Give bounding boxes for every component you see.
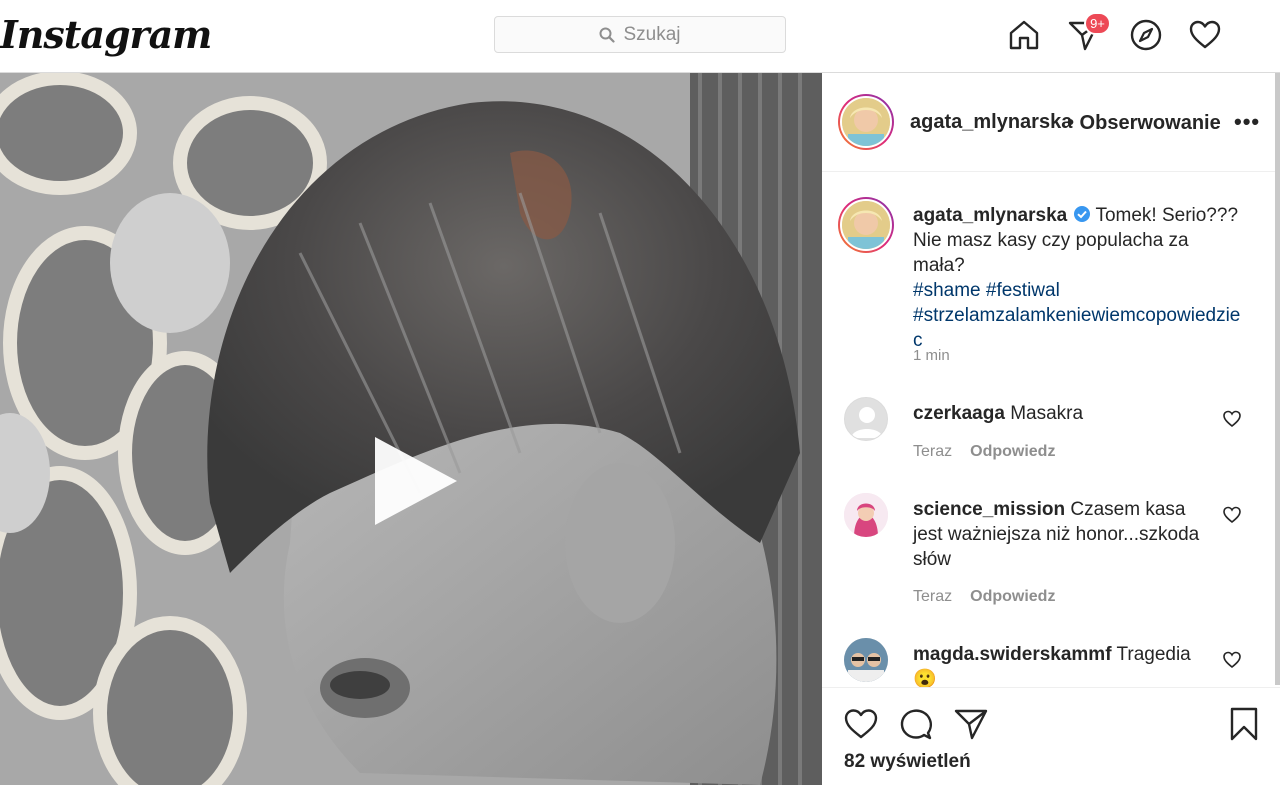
notification-badge: 9+ [1084, 12, 1111, 35]
comment-text: Tragedia [1116, 644, 1191, 665]
play-button[interactable] [375, 437, 457, 525]
caption-author-avatar[interactable] [838, 197, 894, 253]
comment-avatar[interactable] [844, 397, 888, 441]
comments-scrollbar[interactable] [1275, 73, 1280, 685]
comment-text: Masakra [1010, 403, 1084, 424]
instagram-logo[interactable]: Instagram [0, 12, 212, 57]
share-send-icon[interactable] [953, 706, 989, 742]
more-options-icon[interactable]: ••• [1234, 109, 1260, 135]
explore-compass-icon[interactable] [1129, 18, 1163, 52]
reply-button[interactable]: Odpowiedz [970, 443, 1055, 460]
post-timestamp[interactable]: 1 min [913, 347, 950, 364]
comment-like-heart-icon[interactable] [1222, 505, 1242, 525]
home-icon[interactable] [1007, 18, 1041, 52]
post-video[interactable] [0, 73, 822, 785]
author-username[interactable]: agata_mlynarska [910, 111, 1072, 134]
comment-avatar[interactable] [844, 493, 888, 537]
comment-item: magda.swiderskammf Tragedia 😮 [822, 634, 1280, 687]
comment-avatar-image [844, 638, 888, 682]
search-input[interactable]: Szukaj [494, 16, 786, 53]
author-avatar-image [842, 98, 890, 146]
like-heart-icon[interactable] [843, 706, 879, 742]
comment-username[interactable]: magda.swiderskammf [913, 644, 1112, 665]
save-bookmark-icon[interactable] [1226, 706, 1262, 742]
post-side-panel: agata_mlynarska • Obserwowanie ••• agata… [822, 73, 1280, 785]
post-caption: agata_mlynarska Tomek! Serio??? Nie masz… [913, 203, 1243, 353]
activity-heart-icon[interactable] [1188, 18, 1222, 52]
comment-like-heart-icon[interactable] [1222, 650, 1242, 670]
search-placeholder: Szukaj [623, 23, 681, 45]
following-status-button[interactable]: • Obserwowanie [1067, 112, 1221, 135]
comment-avatar[interactable] [844, 638, 888, 682]
comment-like-heart-icon[interactable] [1222, 409, 1242, 429]
caption-avatar-image [842, 201, 890, 249]
top-navigation-bar: Instagram Szukaj 9+ [0, 0, 1280, 73]
hashtag-link[interactable]: #festiwal [986, 280, 1060, 301]
comment-time[interactable]: Teraz [913, 443, 952, 460]
search-icon [599, 27, 616, 43]
comment-username[interactable]: science_mission [913, 499, 1065, 520]
verified-badge-icon [1073, 206, 1090, 222]
comment-bubble-icon[interactable] [898, 706, 934, 742]
comment-time[interactable]: Teraz [913, 588, 952, 605]
hashtag-link[interactable]: #strzelamzalamkeniewiemcopowiedziec [913, 305, 1240, 351]
comment-username[interactable]: czerkaaga [913, 403, 1005, 424]
comment-emoji: 😮 [913, 669, 937, 687]
caption-username[interactable]: agata_mlynarska [913, 205, 1067, 226]
post-header: agata_mlynarska • Obserwowanie ••• [822, 73, 1280, 172]
default-avatar-icon [851, 407, 883, 438]
video-frame-image [0, 73, 822, 785]
author-avatar[interactable] [838, 94, 894, 150]
post-actions-bar: 82 wyświetleń [822, 687, 1280, 786]
reply-button[interactable]: Odpowiedz [970, 588, 1055, 605]
comment-avatar-image [844, 493, 888, 537]
view-count[interactable]: 82 wyświetleń [844, 751, 971, 773]
hashtag-link[interactable]: #shame [913, 280, 981, 301]
